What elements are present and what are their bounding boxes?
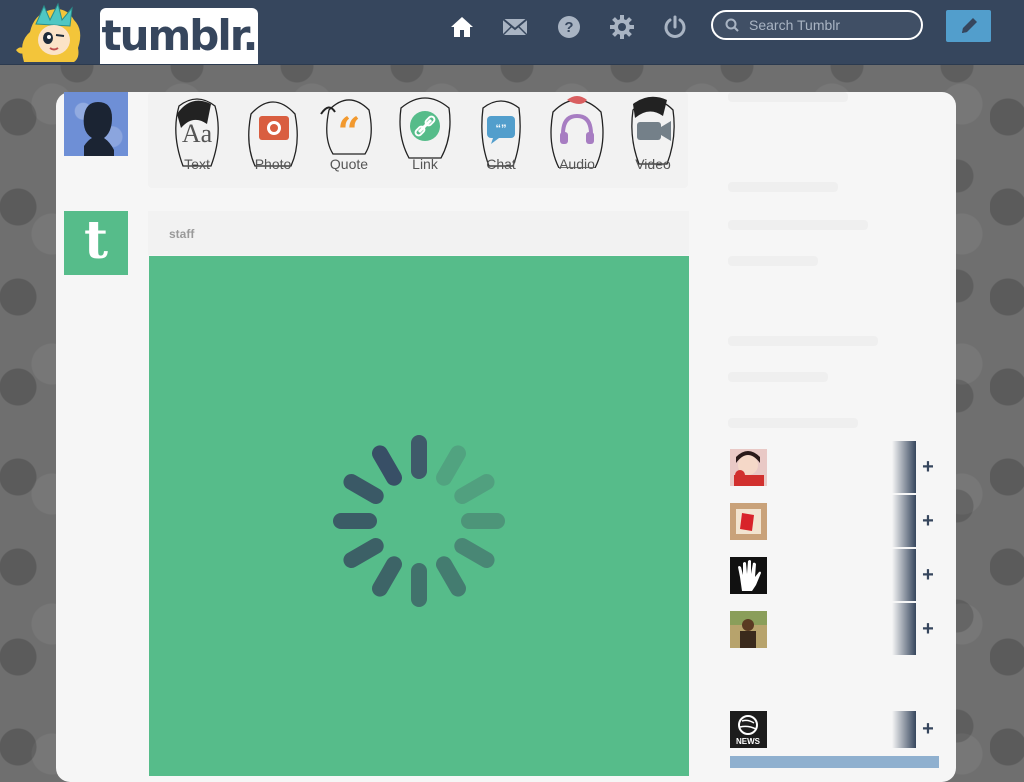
follow-button[interactable]: + xyxy=(916,495,940,547)
follow-button[interactable]: + xyxy=(916,549,940,601)
sidebar-faded-line xyxy=(728,372,828,382)
svg-text:“”: “” xyxy=(496,123,507,135)
post-type-label: Text xyxy=(184,156,210,172)
staff-avatar[interactable]: t xyxy=(64,211,128,275)
post-card: staff xyxy=(148,211,689,776)
recommended-avatar[interactable] xyxy=(730,503,767,540)
follow-button[interactable]: + xyxy=(916,711,940,748)
sidebar-faded-line xyxy=(728,220,868,230)
post-type-label: Chat xyxy=(486,156,516,172)
post-type-link[interactable]: Link xyxy=(390,92,460,188)
post-type-text[interactable]: Aa Text xyxy=(162,92,232,188)
top-bar: tumblr. ? xyxy=(0,0,1024,65)
search-box[interactable] xyxy=(711,10,923,40)
follow-button[interactable]: + xyxy=(916,603,940,655)
recommended-avatar[interactable] xyxy=(730,557,767,594)
post-type-label: Photo xyxy=(254,156,292,172)
post-header: staff xyxy=(148,211,689,255)
sidebar-faded-heading xyxy=(728,92,848,102)
news-label: NEWS xyxy=(736,737,761,746)
recommended-blog[interactable]: + xyxy=(730,441,940,493)
power-icon[interactable] xyxy=(662,14,688,40)
post-type-label: Audio xyxy=(559,156,595,172)
svg-text:?: ? xyxy=(564,19,573,36)
post-media[interactable] xyxy=(149,256,689,776)
post-type-photo[interactable]: Photo xyxy=(238,92,308,188)
help-icon[interactable]: ? xyxy=(556,14,582,40)
gear-icon[interactable] xyxy=(609,14,635,40)
tumblr-logo[interactable]: tumblr. xyxy=(14,2,258,64)
sidebar-faded-line xyxy=(728,336,878,346)
post-type-audio[interactable]: Audio xyxy=(542,92,612,188)
post-type-label: Video xyxy=(635,156,671,172)
compose-button[interactable] xyxy=(946,10,991,42)
recommended-blog[interactable]: + xyxy=(730,495,940,547)
recommended-avatar[interactable] xyxy=(730,449,767,486)
mail-icon[interactable] xyxy=(502,14,528,40)
sidebar-faded-line xyxy=(728,256,818,266)
post-type-label: Quote xyxy=(329,156,369,172)
recommended-fade xyxy=(892,603,916,655)
sidebar-faded-line xyxy=(728,418,858,428)
loading-spinner-icon xyxy=(333,435,505,607)
pencil-icon xyxy=(961,18,977,33)
logo-wordmark: tumblr. xyxy=(100,8,258,64)
recommended-blog[interactable]: + xyxy=(730,603,940,655)
post-type-quote[interactable]: “ Quote xyxy=(314,92,384,188)
user-avatar[interactable] xyxy=(64,92,128,156)
tumblr-t-icon: t xyxy=(83,210,109,271)
recommended-blog[interactable]: + xyxy=(730,549,940,601)
post-type-chat[interactable]: “” Chat xyxy=(466,92,536,188)
post-type-label: Link xyxy=(412,156,438,172)
post-type-video[interactable]: Video xyxy=(618,92,688,188)
post-type-bar: Aa Text Photo “ Quote Link “” Chat Audio… xyxy=(148,92,688,188)
recommended-avatar[interactable]: NEWS xyxy=(730,711,767,748)
follow-button[interactable]: + xyxy=(916,441,940,493)
recommended-avatar[interactable] xyxy=(730,611,767,648)
sidebar-faded-line xyxy=(728,182,838,192)
sidebar-thumbnail[interactable] xyxy=(730,756,939,768)
recommended-fade xyxy=(892,711,916,748)
recommended-fade xyxy=(892,495,916,547)
svg-text:“: “ xyxy=(337,109,360,156)
post-author-link[interactable]: staff xyxy=(169,227,194,241)
logo-text: tumblr. xyxy=(101,11,259,60)
sidebar: + + + + NEWS + xyxy=(712,92,956,768)
recommended-fade xyxy=(892,549,916,601)
mascot-logo-icon xyxy=(16,2,81,62)
search-input[interactable] xyxy=(747,16,921,34)
recommended-blog[interactable]: NEWS + xyxy=(730,701,940,749)
home-icon[interactable] xyxy=(449,14,475,40)
recommended-fade xyxy=(892,441,916,493)
svg-text:Aa: Aa xyxy=(182,119,213,148)
search-icon xyxy=(725,18,739,32)
